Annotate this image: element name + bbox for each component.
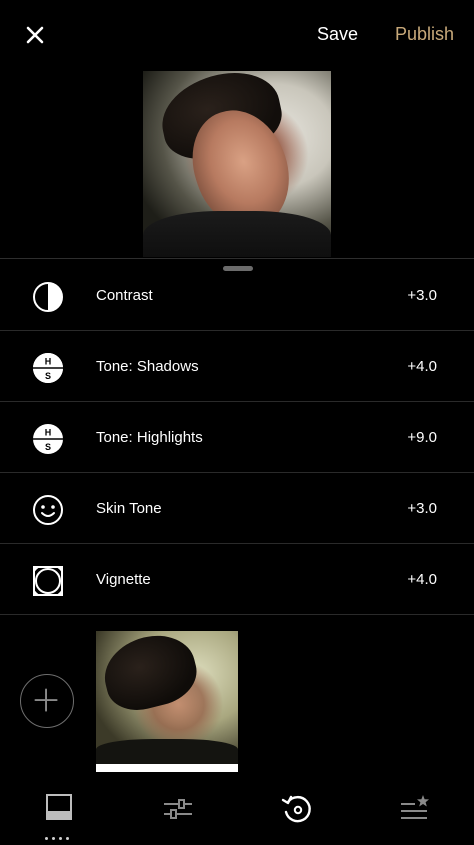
svg-text:S: S — [45, 442, 51, 452]
tool-value: +4.0 — [407, 358, 437, 375]
save-button[interactable]: Save — [317, 24, 358, 45]
sheet-divider — [0, 258, 474, 259]
add-recipe-button[interactable] — [20, 674, 74, 728]
contrast-icon — [33, 282, 63, 312]
plus-icon — [34, 688, 58, 712]
tool-row-vignette[interactable]: Vignette +4.0 — [0, 544, 474, 615]
tool-label: Skin Tone — [96, 500, 162, 517]
publish-button[interactable]: Publish — [395, 24, 454, 45]
tone-shadows-icon: H S — [33, 353, 63, 383]
vignette-icon — [33, 566, 63, 596]
svg-text:H: H — [45, 357, 52, 367]
tool-label: Tone: Highlights — [96, 429, 203, 446]
tool-value: +4.0 — [407, 571, 437, 588]
tool-label: Tone: Shadows — [96, 358, 199, 375]
svg-text:S: S — [45, 371, 51, 381]
presets-dots — [45, 827, 73, 840]
thumbnail-sweater — [96, 739, 238, 765]
bottom-nav — [0, 778, 474, 843]
recipes-icon[interactable] — [398, 792, 432, 826]
history-thumbnail[interactable] — [96, 631, 238, 772]
tool-row-skin-tone[interactable]: Skin Tone +3.0 — [0, 473, 474, 544]
tool-value: +9.0 — [407, 429, 437, 446]
photo-preview[interactable] — [143, 71, 331, 257]
tool-value: +3.0 — [407, 500, 437, 517]
top-bar: Save Publish — [0, 0, 474, 70]
close-icon[interactable] — [22, 22, 48, 48]
adjust-sliders-icon[interactable] — [161, 792, 195, 826]
photo-sweater — [143, 211, 331, 257]
tone-highlights-icon: H S — [33, 424, 63, 454]
tool-label: Vignette — [96, 571, 151, 588]
thumbnail-hair — [96, 631, 204, 718]
svg-text:H: H — [45, 428, 52, 438]
tool-label: Contrast — [96, 287, 153, 304]
tool-row-tone-highlights[interactable]: H S Tone: Highlights +9.0 — [0, 402, 474, 473]
skin-tone-icon — [33, 495, 63, 525]
history-icon[interactable] — [280, 792, 314, 826]
tool-value: +3.0 — [407, 287, 437, 304]
tool-row-tone-shadows[interactable]: H S Tone: Shadows +4.0 — [0, 331, 474, 402]
presets-icon[interactable] — [42, 792, 76, 826]
thumbnail-footer-strip — [96, 764, 238, 772]
tool-row-contrast[interactable]: Contrast +3.0 — [0, 260, 474, 331]
